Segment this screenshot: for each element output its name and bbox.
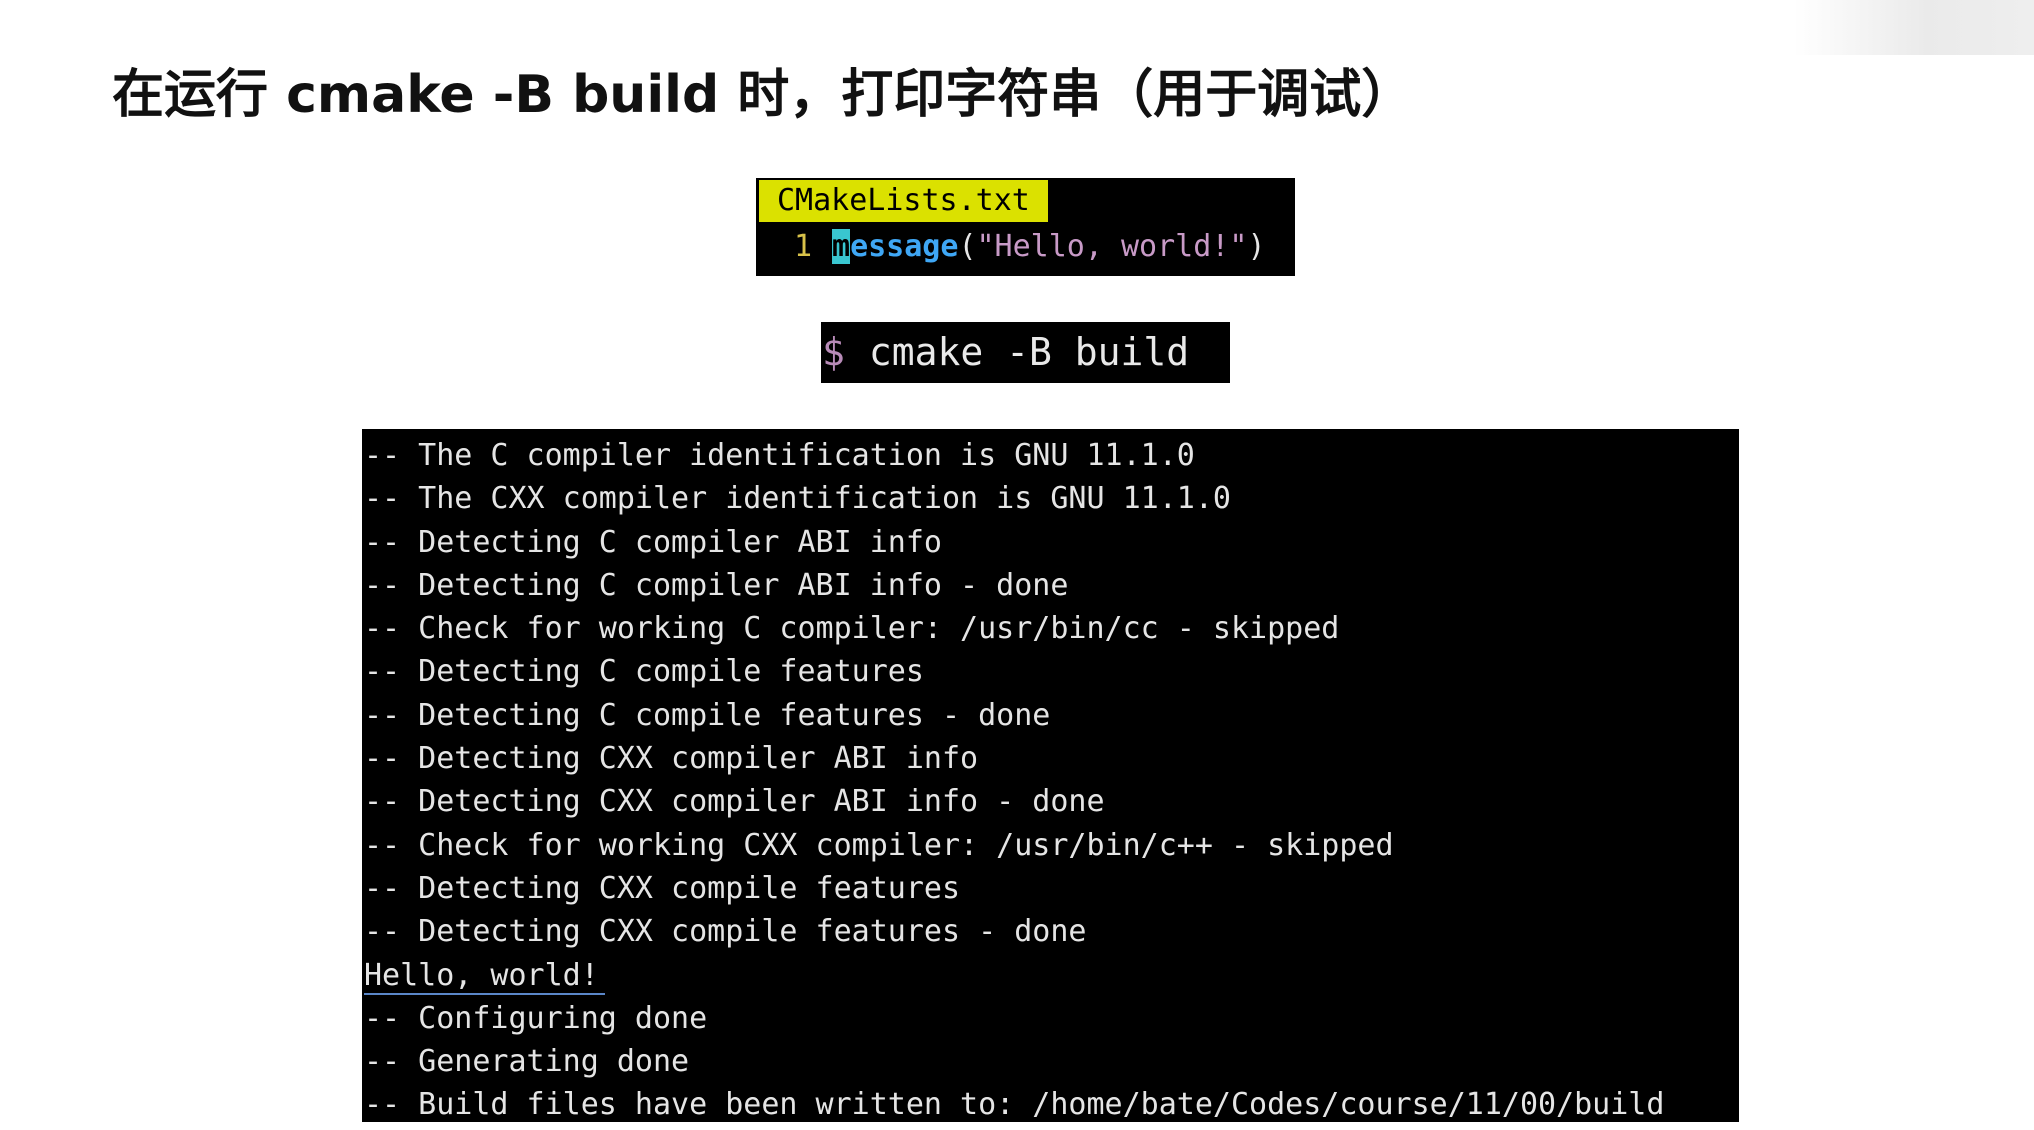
editor-file-tab[interactable]: CMakeLists.txt	[759, 180, 1048, 222]
terminal-output: -- The C compiler identification is GNU …	[362, 429, 1739, 1122]
terminal-line: -- Configuring done	[364, 1000, 708, 1036]
terminal-line: -- Detecting C compiler ABI info - done	[364, 567, 1069, 603]
terminal-line: -- The CXX compiler identification is GN…	[364, 481, 1231, 517]
terminal-line: -- Detecting CXX compile features - done	[364, 914, 1087, 950]
terminal-line: -- Detecting CXX compiler ABI info	[364, 741, 979, 777]
editor-snippet: CMakeLists.txt 1 message("Hello, world!")	[756, 178, 1295, 276]
code-string: "Hello, world!"	[976, 229, 1248, 264]
terminal-line: -- Build files have been written to: /ho…	[364, 1087, 1665, 1123]
watermark	[1794, 0, 2034, 55]
terminal-line: -- Detecting C compile features	[364, 654, 924, 690]
terminal-line: -- Check for working C compiler: /usr/bi…	[364, 611, 1340, 647]
command-box: $ cmake -B build	[821, 322, 1230, 383]
close-paren: )	[1247, 229, 1266, 264]
terminal-line: -- Generating done	[364, 1044, 690, 1080]
terminal-line: -- Detecting C compiler ABI info	[364, 524, 942, 560]
editor-code-line: 1 message("Hello, world!")	[756, 225, 1266, 269]
text-cursor: m	[832, 229, 851, 264]
slide-title: 在运行 cmake -B build 时，打印字符串（用于调试）	[112, 65, 1414, 125]
terminal-line: -- Detecting CXX compile features	[364, 870, 961, 906]
shell-prompt: $	[822, 330, 845, 374]
terminal-line: -- Detecting C compile features - done	[364, 697, 1051, 733]
terminal-line: -- The C compiler identification is GNU …	[364, 438, 1195, 473]
open-paren: (	[958, 229, 977, 264]
code-keyword: message	[832, 229, 958, 264]
line-number: 1	[793, 229, 812, 264]
command-text: cmake -B build	[868, 330, 1190, 374]
terminal-line: -- Detecting CXX compiler ABI info - don…	[364, 784, 1105, 820]
keyword-rest: essage	[850, 229, 959, 264]
terminal-line-hello: Hello, world!	[364, 954, 1739, 997]
hello-output: Hello, world!	[364, 957, 605, 995]
terminal-line: -- Check for working CXX compiler: /usr/…	[364, 827, 1394, 863]
